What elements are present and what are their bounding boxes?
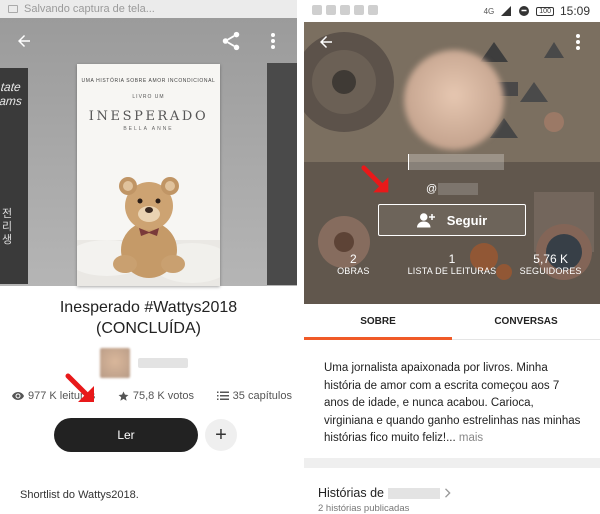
- works-number: 2: [349, 252, 357, 266]
- cover-title: INESPERADO: [88, 109, 209, 124]
- tab-conversations[interactable]: CONVERSAS: [452, 304, 600, 339]
- add-user-icon: [416, 213, 435, 228]
- battery-icon: 100: [536, 6, 554, 16]
- status-text: Salvando captura de tela...: [24, 3, 155, 15]
- username-redacted: [438, 183, 478, 195]
- read-button[interactable]: Ler: [54, 418, 198, 452]
- chapters-count: 35 capítulos: [232, 390, 292, 402]
- reading-lists-count[interactable]: 1 LISTA DE LEITURAS: [403, 252, 501, 277]
- username-prefix: @: [426, 183, 438, 195]
- annotation-arrow-icon: [361, 165, 389, 193]
- story-description: Shortlist do Wattys2018.: [20, 489, 139, 501]
- stories-section-header[interactable]: Histórias de: [318, 486, 452, 500]
- story-stats: 977 K leituras 75,8 K votos 35 capítulos: [12, 390, 292, 402]
- cover-subtitle: LIVRO UM: [132, 94, 165, 100]
- cover-tagline: UMA HISTÓRIA SOBRE AMOR INCONDICIONAL: [81, 78, 216, 84]
- screenshot-icon: [8, 5, 18, 13]
- wifi-icon: [519, 6, 530, 16]
- cover-author: BELLA ANNE: [123, 126, 174, 132]
- profile-screen: 4G 100 15:09 @ Seguir 2 OBRAS 1 LISTA DE…: [304, 0, 600, 514]
- section-divider: [304, 458, 600, 468]
- chapters-stat[interactable]: 35 capítulos: [216, 390, 292, 402]
- star-icon: [118, 390, 129, 401]
- author-avatar: [100, 348, 130, 378]
- profile-name-redacted: [408, 154, 504, 170]
- followers-label: SEGUIDORES: [519, 266, 582, 276]
- follow-button[interactable]: Seguir: [378, 204, 526, 236]
- list-icon: [216, 391, 229, 400]
- network-indicator: 4G: [483, 6, 495, 16]
- top-app-bar: [0, 18, 297, 64]
- bio-more-link[interactable]: mais: [459, 432, 483, 444]
- adjacent-cover-right[interactable]: [267, 63, 297, 285]
- followers-count[interactable]: 5,76 K SEGUIDORES: [502, 252, 600, 277]
- author-name-redacted: [138, 358, 188, 368]
- back-arrow-icon[interactable]: [314, 30, 338, 54]
- stories-count: 2 histórias publicadas: [318, 503, 410, 514]
- add-to-library-button[interactable]: +: [205, 419, 237, 451]
- book-cover[interactable]: UMA HISTÓRIA SOBRE AMOR INCONDICIONAL LI…: [77, 64, 220, 286]
- annotation-arrow-icon: [65, 373, 94, 402]
- tab-about[interactable]: SOBRE: [304, 304, 452, 340]
- more-options-icon[interactable]: [566, 30, 590, 54]
- works-count[interactable]: 2 OBRAS: [304, 252, 402, 277]
- reading-lists-number: 1: [448, 252, 456, 266]
- eye-icon: [12, 392, 24, 400]
- share-icon[interactable]: [219, 29, 243, 53]
- clock: 15:09: [559, 4, 590, 18]
- chevron-right-icon: [445, 488, 451, 498]
- story-screen: Salvando captura de tela... tate ams 전 리…: [0, 0, 297, 514]
- back-arrow-icon[interactable]: [12, 29, 36, 53]
- more-options-icon[interactable]: [261, 29, 285, 53]
- profile-tabs: SOBRE CONVERSAS: [304, 304, 600, 340]
- followers-number: 5,76 K: [533, 252, 568, 266]
- panel-divider: [297, 0, 304, 514]
- reading-lists-label: LISTA DE LEITURAS: [407, 266, 497, 276]
- stories-author-redacted: [388, 487, 440, 499]
- stories-title: Histórias de: [318, 486, 384, 500]
- works-label: OBRAS: [337, 266, 370, 276]
- status-bar: Salvando captura de tela...: [0, 0, 297, 18]
- teddy-bear-illustration: [77, 177, 220, 286]
- story-title: Inesperado #Wattys2018 (CONCLUÍDA): [0, 297, 297, 339]
- adjacent-cover-korean: 전 리 생: [2, 208, 13, 246]
- signal-icon: [501, 6, 512, 16]
- profile-bio: Uma jornalista apaixonada por livros. Mi…: [324, 360, 586, 448]
- follow-button-label: Seguir: [446, 212, 488, 228]
- adjacent-cover-text: tate ams: [0, 80, 23, 108]
- author-link[interactable]: [100, 348, 188, 378]
- votes-count: 75,8 K votos: [132, 390, 195, 402]
- status-bar: 4G 100 15:09: [304, 0, 600, 22]
- profile-counts: 2 OBRAS 1 LISTA DE LEITURAS 5,76 K SEGUI…: [304, 252, 600, 277]
- notification-icons: [312, 5, 378, 15]
- adjacent-cover-left[interactable]: tate ams 전 리 생: [0, 68, 28, 284]
- votes-stat: 75,8 K votos: [118, 390, 194, 402]
- bio-text: Uma jornalista apaixonada por livros. Mi…: [324, 362, 581, 444]
- story-title-line1: Inesperado #Wattys2018: [59, 299, 238, 316]
- story-title-line2: (CONCLUÍDA): [96, 320, 201, 337]
- profile-avatar: [404, 50, 504, 150]
